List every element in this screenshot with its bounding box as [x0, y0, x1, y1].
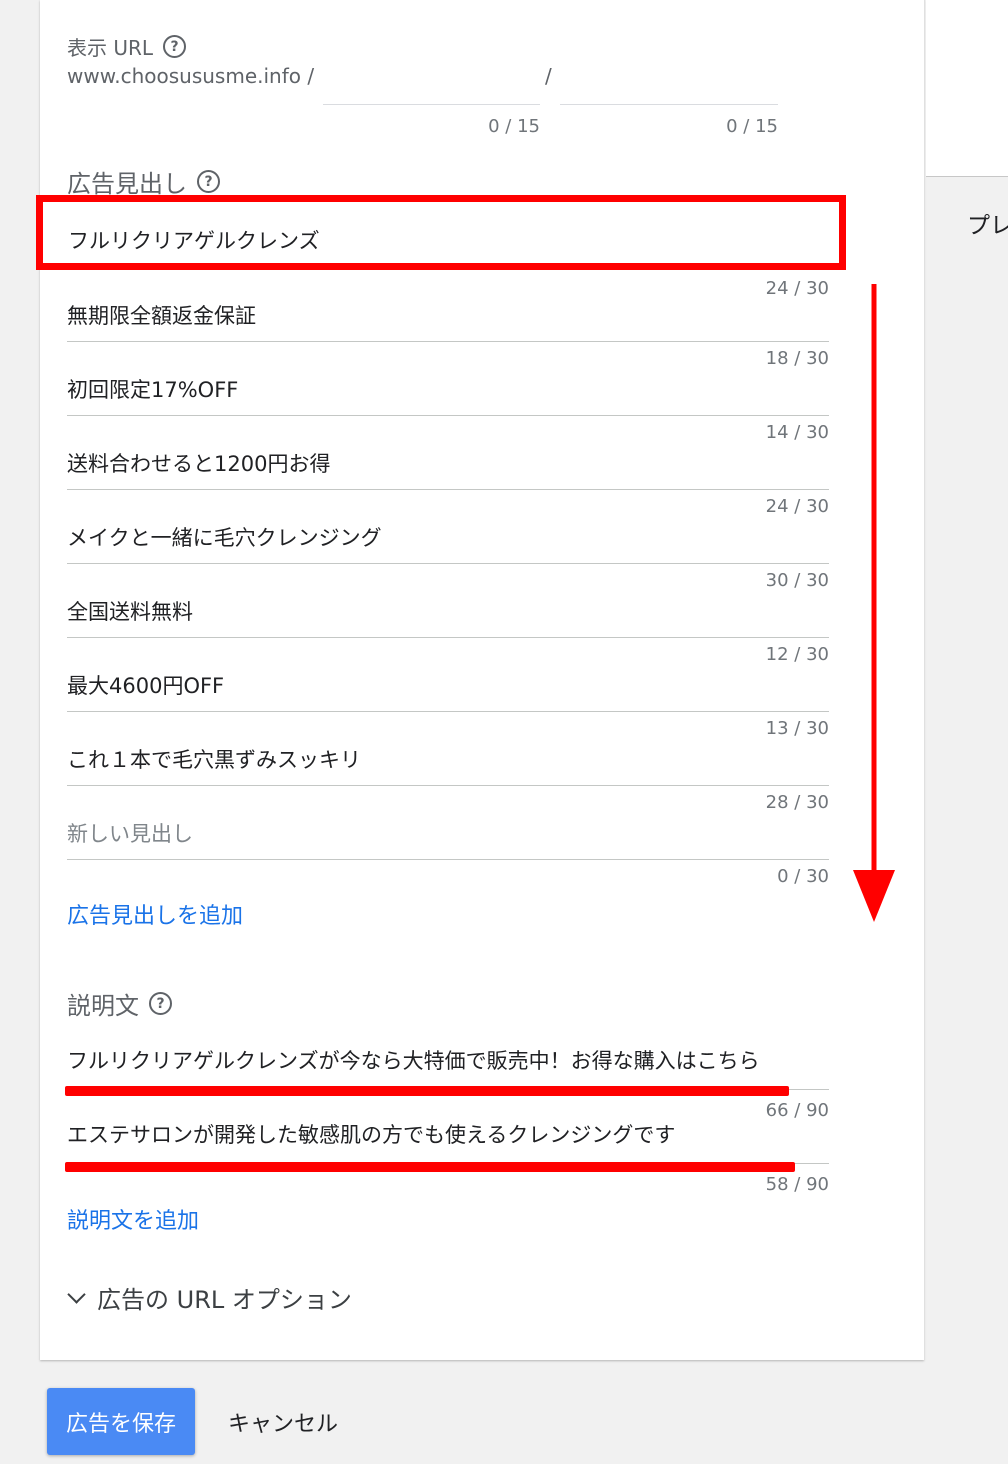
display-url-label-text: 表示 URL	[67, 36, 154, 60]
chevron-down-icon	[67, 1285, 86, 1304]
headline-5-input[interactable]: メイクと一緒に毛穴クレンジング 30 / 30	[67, 490, 829, 591]
preview-panel	[926, 0, 1008, 177]
path2-counter: 0 / 15	[726, 116, 778, 137]
headline-4-input[interactable]: 送料合わせると1200円お得 24 / 30	[67, 416, 829, 517]
headline-4-value: 送料合わせると1200円お得	[67, 452, 331, 476]
description-1-input[interactable]: フルリクリアゲルクレンズが今なら大特価で販売中！お得な購入はこちら 66 / 9…	[67, 1012, 829, 1121]
display-url-label: 表示 URL ?	[67, 32, 187, 61]
headlines-label: 広告見出し ?	[67, 164, 220, 199]
description-2-counter: 58 / 90	[765, 1174, 829, 1195]
path2-input[interactable]	[560, 62, 778, 105]
help-icon[interactable]: ?	[163, 35, 187, 58]
annotation-underline	[65, 1162, 795, 1172]
help-icon[interactable]: ?	[197, 170, 220, 193]
path1-counter: 0 / 15	[488, 116, 540, 137]
headline-8-input[interactable]: これ１本で毛穴黒ずみスッキリ 28 / 30	[67, 712, 829, 813]
headline-1-value: フルリクリアゲルクレンズ	[68, 229, 320, 253]
panel-divider	[924, 0, 925, 1360]
headlines-label-text: 広告見出し	[67, 170, 187, 198]
cancel-button[interactable]: キャンセル	[213, 1388, 353, 1455]
add-description-link[interactable]: 説明文を追加	[67, 1203, 199, 1235]
preview-label: プレ	[967, 213, 1008, 239]
headline-1-input[interactable]: フルリクリアゲルクレンズ	[36, 195, 846, 270]
headline-5-value: メイクと一緒に毛穴クレンジング	[67, 526, 382, 550]
headline-2-input[interactable]: 無期限全額返金保証 18 / 30	[67, 268, 829, 369]
headline-6-value: 全国送料無料	[67, 600, 193, 624]
headline-8-value: これ１本で毛穴黒ずみスッキリ	[67, 748, 361, 772]
new-headline-counter: 0 / 30	[777, 866, 829, 887]
new-headline-placeholder: 新しい見出し	[67, 822, 193, 846]
save-ad-button[interactable]: 広告を保存	[47, 1388, 195, 1455]
add-headline-link[interactable]: 広告見出しを追加	[67, 898, 243, 930]
url-options-toggle[interactable]: 広告の URL オプション	[66, 1280, 352, 1315]
new-headline-input[interactable]: 新しい見出し 0 / 30	[67, 786, 829, 887]
headline-3-value: 初回限定17%OFF	[67, 378, 239, 402]
description-2-value: エステサロンが開発した敏感肌の方でも使えるクレンジングです	[67, 1123, 676, 1147]
path1-input[interactable]	[323, 62, 540, 105]
headline-6-input[interactable]: 全国送料無料 12 / 30	[67, 564, 829, 665]
headline-2-value: 無期限全額返金保証	[67, 304, 256, 328]
description-1-value: フルリクリアゲルクレンズが今なら大特価で販売中！お得な購入はこちら	[67, 1049, 760, 1073]
headline-7-input[interactable]: 最大4600円OFF 13 / 30	[67, 638, 829, 739]
headline-7-value: 最大4600円OFF	[67, 674, 225, 698]
headline-3-input[interactable]: 初回限定17%OFF 14 / 30	[67, 342, 829, 443]
url-options-label: 広告の URL オプション	[97, 1286, 352, 1314]
input-underline	[67, 859, 829, 860]
display-url-domain: www.choosususme.info /	[67, 64, 315, 88]
annotation-arrow	[853, 284, 895, 922]
path-separator: /	[545, 64, 552, 88]
description-2-input[interactable]: エステサロンが開発した敏感肌の方でも使えるクレンジングです 58 / 90	[67, 1086, 829, 1195]
